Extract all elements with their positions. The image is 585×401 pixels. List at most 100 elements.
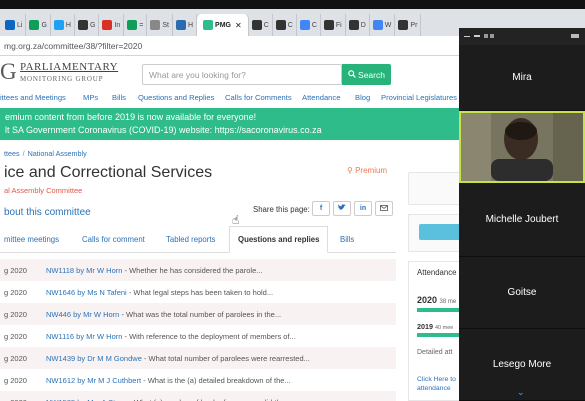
- nav-committees[interactable]: ittees and Meetings: [0, 93, 66, 102]
- tab-label: In: [114, 21, 121, 29]
- browser-tab[interactable]: Pr: [395, 14, 422, 36]
- nav-provincial-legislatures[interactable]: Provincial Legislatures: [381, 93, 457, 102]
- search-button[interactable]: Search: [342, 64, 391, 85]
- question-id[interactable]: NW1118 by Mr W Horn: [46, 266, 122, 275]
- question-link[interactable]: NW446 by Mr W Horn - What was the total …: [46, 310, 281, 319]
- tab-label: C: [287, 21, 293, 29]
- question-id[interactable]: NW1116 by Mr W Horn: [46, 332, 122, 341]
- attendance-year-2019-note: 40 mee: [435, 325, 454, 331]
- browser-tab[interactable]: D: [346, 14, 370, 36]
- breadcrumb-committees[interactable]: ttees: [4, 149, 20, 158]
- browser-tab[interactable]: St: [147, 14, 173, 36]
- speaker-view-icon[interactable]: [571, 34, 579, 38]
- tile-view-icon[interactable]: [484, 34, 488, 38]
- question-link[interactable]: NW1116 by Mr W Horn - With reference to …: [46, 332, 296, 341]
- questions-list: g 2020 NW1118 by Mr W Horn - Whether he h…: [0, 259, 396, 401]
- nav-mps[interactable]: MPs: [83, 93, 98, 102]
- close-icon[interactable]: ✕: [235, 21, 242, 30]
- question-row: g 2020 NW1116 by Mr W Horn - With referen…: [0, 325, 396, 347]
- question-id[interactable]: NW1439 by Dr M M Gondwe: [46, 354, 142, 363]
- question-summary: - Whether he has considered the parole..…: [122, 266, 263, 275]
- browser-tab[interactable]: Fi: [321, 14, 346, 36]
- browser-tab[interactable]: G: [75, 14, 100, 36]
- question-row: g 2020 NW1118 by Mr W Horn - Whether he h…: [0, 259, 396, 281]
- tab-label: H: [65, 21, 71, 29]
- browser-tab-active[interactable]: PMG ✕: [197, 14, 249, 36]
- share-linkedin-button[interactable]: in: [354, 201, 372, 216]
- globe-icon: [150, 20, 161, 30]
- nav-bills[interactable]: Bills: [112, 93, 126, 102]
- tab-tabled-reports[interactable]: Tabled reports: [166, 235, 215, 244]
- logo-title[interactable]: PARLIAMENTARY: [20, 61, 118, 73]
- tab-bills[interactable]: Bills: [340, 235, 354, 244]
- share-email-button[interactable]: [375, 201, 393, 216]
- question-summary: - With reference to the deployment of me…: [122, 332, 296, 341]
- tab-label: G: [89, 21, 96, 29]
- tab-meetings[interactable]: mittee meetings: [4, 235, 59, 244]
- question-date: g 2020: [4, 266, 27, 275]
- search-button-label: Search: [358, 69, 385, 80]
- participant-name: Michelle Joubert: [485, 214, 559, 225]
- question-date: g 2020: [4, 332, 27, 341]
- browser-tab[interactable]: Li: [2, 14, 27, 36]
- browser-tab[interactable]: H: [51, 14, 75, 36]
- attendance-bar-2020: [417, 308, 459, 312]
- chevron-down-icon[interactable]: ⌄: [517, 387, 525, 398]
- question-id[interactable]: NW1612 by Mr M J Cuthbert: [46, 376, 141, 385]
- minimize-icon[interactable]: [464, 36, 470, 37]
- browser-tab[interactable]: W: [370, 14, 396, 36]
- question-link[interactable]: NW1439 by Dr M M Gondwe - What total num…: [46, 354, 310, 363]
- browser-tab[interactable]: In: [99, 14, 125, 36]
- question-summary: - What is the (a) detailed breakdown of …: [141, 376, 291, 385]
- url-text: mg.org.za/committee/38/?filter=2020: [4, 41, 143, 51]
- participant-name: Lesego More: [492, 359, 552, 370]
- browser-tab[interactable]: G: [26, 14, 51, 36]
- tab-label: =: [139, 21, 144, 29]
- question-id[interactable]: NW446 by Mr W Horn: [46, 310, 119, 319]
- click-here-attendance-link[interactable]: Click Here to attendance: [417, 375, 456, 393]
- gmail-icon: [102, 20, 113, 30]
- search-input[interactable]: What are you looking for?: [142, 64, 342, 85]
- browser-tab[interactable]: H: [173, 14, 198, 36]
- browser-tab[interactable]: C: [249, 14, 273, 36]
- linkedin-icon: [5, 20, 15, 30]
- participant-tile-mira[interactable]: Mira: [459, 45, 585, 111]
- participant-tile-active-video[interactable]: [459, 111, 585, 183]
- browser-tab[interactable]: C: [273, 14, 297, 36]
- nav-questions-replies[interactable]: Questions and Replies: [138, 93, 214, 102]
- logo-mark[interactable]: G: [0, 59, 17, 85]
- detailed-attendance-link[interactable]: Detailed att: [417, 349, 452, 356]
- google-icon: [372, 20, 383, 30]
- breadcrumb-national-assembly[interactable]: National Assembly: [28, 149, 87, 158]
- chrome-icon: [251, 20, 262, 30]
- restore-icon[interactable]: [474, 35, 480, 37]
- about-committee-link[interactable]: bout this committee: [4, 207, 91, 218]
- breadcrumb-separator: /: [22, 149, 25, 158]
- tab-calls-for-comment[interactable]: Calls for comment: [82, 235, 145, 244]
- email-icon: [380, 204, 388, 213]
- tab-questions-replies[interactable]: Questions and replies: [229, 226, 329, 253]
- question-row: g 2020 NW1646 by Ms N Tafeni - What legal…: [0, 281, 396, 303]
- twitter-icon: [337, 204, 346, 213]
- question-link[interactable]: NW1646 by Ms N Tafeni - What legal steps…: [46, 288, 273, 297]
- browser-tab[interactable]: =: [124, 14, 148, 36]
- nav-attendance[interactable]: Attendance: [302, 93, 340, 102]
- nav-blog[interactable]: Blog: [355, 93, 370, 102]
- question-link[interactable]: NW1118 by Mr W Horn - Whether he has con…: [46, 266, 263, 275]
- pmg-icon: [203, 20, 214, 30]
- share-twitter-button[interactable]: [333, 201, 351, 216]
- participant-tile-michelle-joubert[interactable]: Michelle Joubert: [459, 183, 585, 257]
- browser-tab[interactable]: C: [297, 14, 321, 36]
- committee-subtitle[interactable]: al Assembly Committee: [4, 186, 82, 195]
- share-facebook-button[interactable]: f: [312, 201, 330, 216]
- nav-calls-for-comments[interactable]: Calls for Comments: [225, 93, 292, 102]
- globe-icon: [348, 20, 359, 30]
- premium-badge[interactable]: ⚲ Premium: [347, 166, 387, 175]
- participant-tile-goitse[interactable]: Goitse: [459, 257, 585, 329]
- participant-video-feed: [461, 113, 583, 181]
- question-link[interactable]: NW1612 by Mr M J Cuthbert - What is the …: [46, 376, 291, 385]
- sheets-icon: [127, 20, 138, 30]
- grid-view-icon[interactable]: [490, 34, 494, 38]
- question-id[interactable]: NW1646 by Ms N Tafeni: [46, 288, 127, 297]
- chrome-icon: [275, 20, 286, 30]
